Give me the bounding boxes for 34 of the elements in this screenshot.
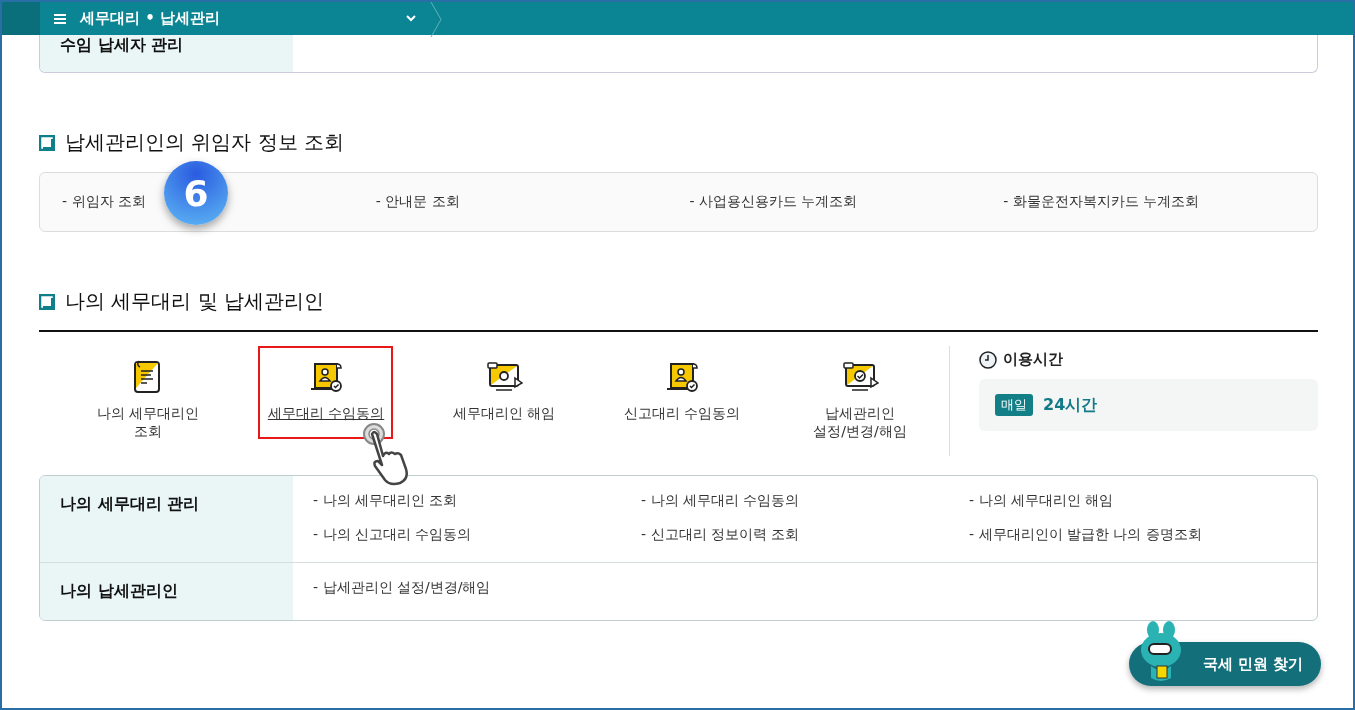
link[interactable]: - 나의 신고대리 수임동의 [313,526,641,548]
section-title: 납세관리인의 위임자 정보 조회 [65,129,345,156]
service-link[interactable]: 신고대리 수임동의 [623,404,741,422]
breadcrumb-separator-icon [430,2,442,37]
hours-value: 24시간 [1043,394,1098,416]
hours-title: 이용시간 [1003,350,1063,369]
service-link[interactable]: 납세관리인 설정/변경/해임 [813,404,907,440]
link[interactable]: - 위임자 조회 [62,193,146,211]
link[interactable]: - 신고대리 정보이력 조회 [641,526,969,548]
link[interactable]: - 안내문 조회 [375,193,460,211]
link[interactable]: - 나의 세무대리인 해임 [969,492,1317,514]
service-link[interactable]: 나의 세무대리인 조회 [96,404,200,440]
menu-heading: 수임 납세자 관리 [40,35,293,72]
square-bullet-icon [39,134,55,151]
section-title: 나의 세무대리 및 납세관리인 [65,288,325,315]
breadcrumb-title: 세무대리 • 납세관리 [80,9,222,28]
menu-heading: 나의 납세관리인 [40,563,293,620]
chevron-down-icon [406,15,416,22]
link[interactable]: - 나의 세무대리 수임동의 [641,492,969,514]
step-badge: 6 [164,161,228,225]
service-link[interactable]: 세무대리 수임동의 [267,404,385,422]
link[interactable]: - 사업용신용카드 누계조회 [689,193,858,211]
menu-icon [54,13,66,24]
daily-badge: 매일 [995,394,1033,416]
breadcrumb-menu[interactable]: 세무대리 • 납세관리 [40,2,430,35]
link[interactable]: - 세무대리인이 발급한 나의 증명조회 [969,526,1317,548]
link[interactable]: - 나의 세무대리인 조회 [313,492,641,514]
clock-icon [979,350,997,369]
square-bullet-icon [39,293,55,310]
link[interactable]: - 화물운전자복지카드 누계조회 [1003,193,1200,211]
service-link[interactable]: 세무대리인 해임 [452,404,556,422]
link[interactable]: - 납세관리인 설정/변경/해임 [313,579,641,606]
menu-heading: 나의 세무대리 관리 [40,476,293,562]
header-side-block [2,2,40,35]
